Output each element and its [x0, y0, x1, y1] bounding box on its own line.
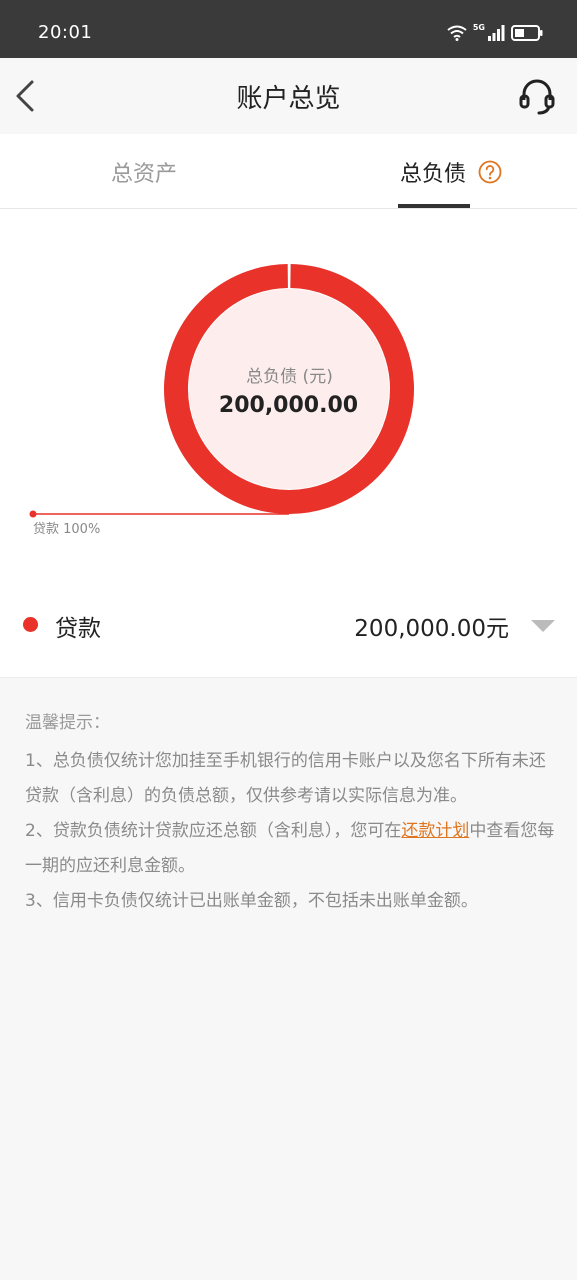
tab-total-debt-label: 总负债 — [400, 162, 467, 187]
battery-icon — [511, 25, 543, 41]
chevron-down-icon[interactable] — [531, 619, 555, 633]
debt-category-row[interactable]: 贷款 200,000.00元 — [0, 569, 577, 678]
tab-total-debt[interactable]: 总负债 — [400, 156, 502, 188]
tips-section: 温馨提示： 1、总负债仅统计您加挂至手机银行的信用卡账户以及您名下所有未还贷款（… — [0, 678, 577, 1280]
tip-item-3: 3、信用卡负债仅统计已出账单金额，不包括未出账单金额。 — [25, 891, 478, 911]
tips-body: 1、总负债仅统计您加挂至手机银行的信用卡账户以及您名下所有未还贷款（含利息）的负… — [25, 744, 557, 919]
debt-chart: 总负债 (元) 200,000.00 贷款 100% — [0, 209, 577, 569]
status-time: 20:01 — [38, 22, 93, 43]
chart-center-value: 200,000.00 — [218, 393, 359, 418]
tip-item-2-text-a: 2、贷款负债统计贷款应还总额（含利息），您可在 — [25, 821, 402, 841]
active-tab-indicator — [398, 204, 470, 208]
question-icon[interactable] — [478, 160, 502, 184]
network-type: 5G — [472, 22, 485, 32]
legend-value: 200,000.00元 — [354, 616, 509, 642]
slice-label: 贷款 100% — [33, 522, 101, 537]
customer-service-button[interactable] — [517, 74, 557, 118]
status-bar: 20:01 5G — [0, 0, 577, 58]
nav-bar: 账户总览 — [0, 58, 577, 134]
tip-item-1: 1、总负债仅统计您加挂至手机银行的信用卡账户以及您名下所有未还贷款（含利息）的负… — [25, 751, 546, 806]
donut-inner-fill — [189, 289, 389, 489]
wifi-icon — [447, 25, 467, 41]
tips-title: 温馨提示： — [25, 713, 110, 733]
tab-bar: 总资产 总负债 — [0, 134, 577, 209]
tip-item-2: 2、贷款负债统计贷款应还总额（含利息），您可在还款计划中查看您每一期的应还利息金… — [25, 814, 557, 884]
legend-dot — [23, 617, 38, 632]
signal-icon — [488, 25, 505, 41]
tab-total-assets[interactable]: 总资产 — [111, 156, 177, 188]
repayment-plan-link[interactable]: 还款计划 — [401, 821, 469, 841]
leader-dot — [29, 510, 37, 518]
legend-label: 贷款 — [55, 616, 101, 642]
chart-center-label: 总负债 (元) — [246, 367, 333, 387]
headset-icon — [519, 79, 555, 115]
status-icons: 5G — [447, 22, 543, 44]
donut-chart — [29, 264, 414, 518]
page-title: 账户总览 — [236, 84, 341, 114]
